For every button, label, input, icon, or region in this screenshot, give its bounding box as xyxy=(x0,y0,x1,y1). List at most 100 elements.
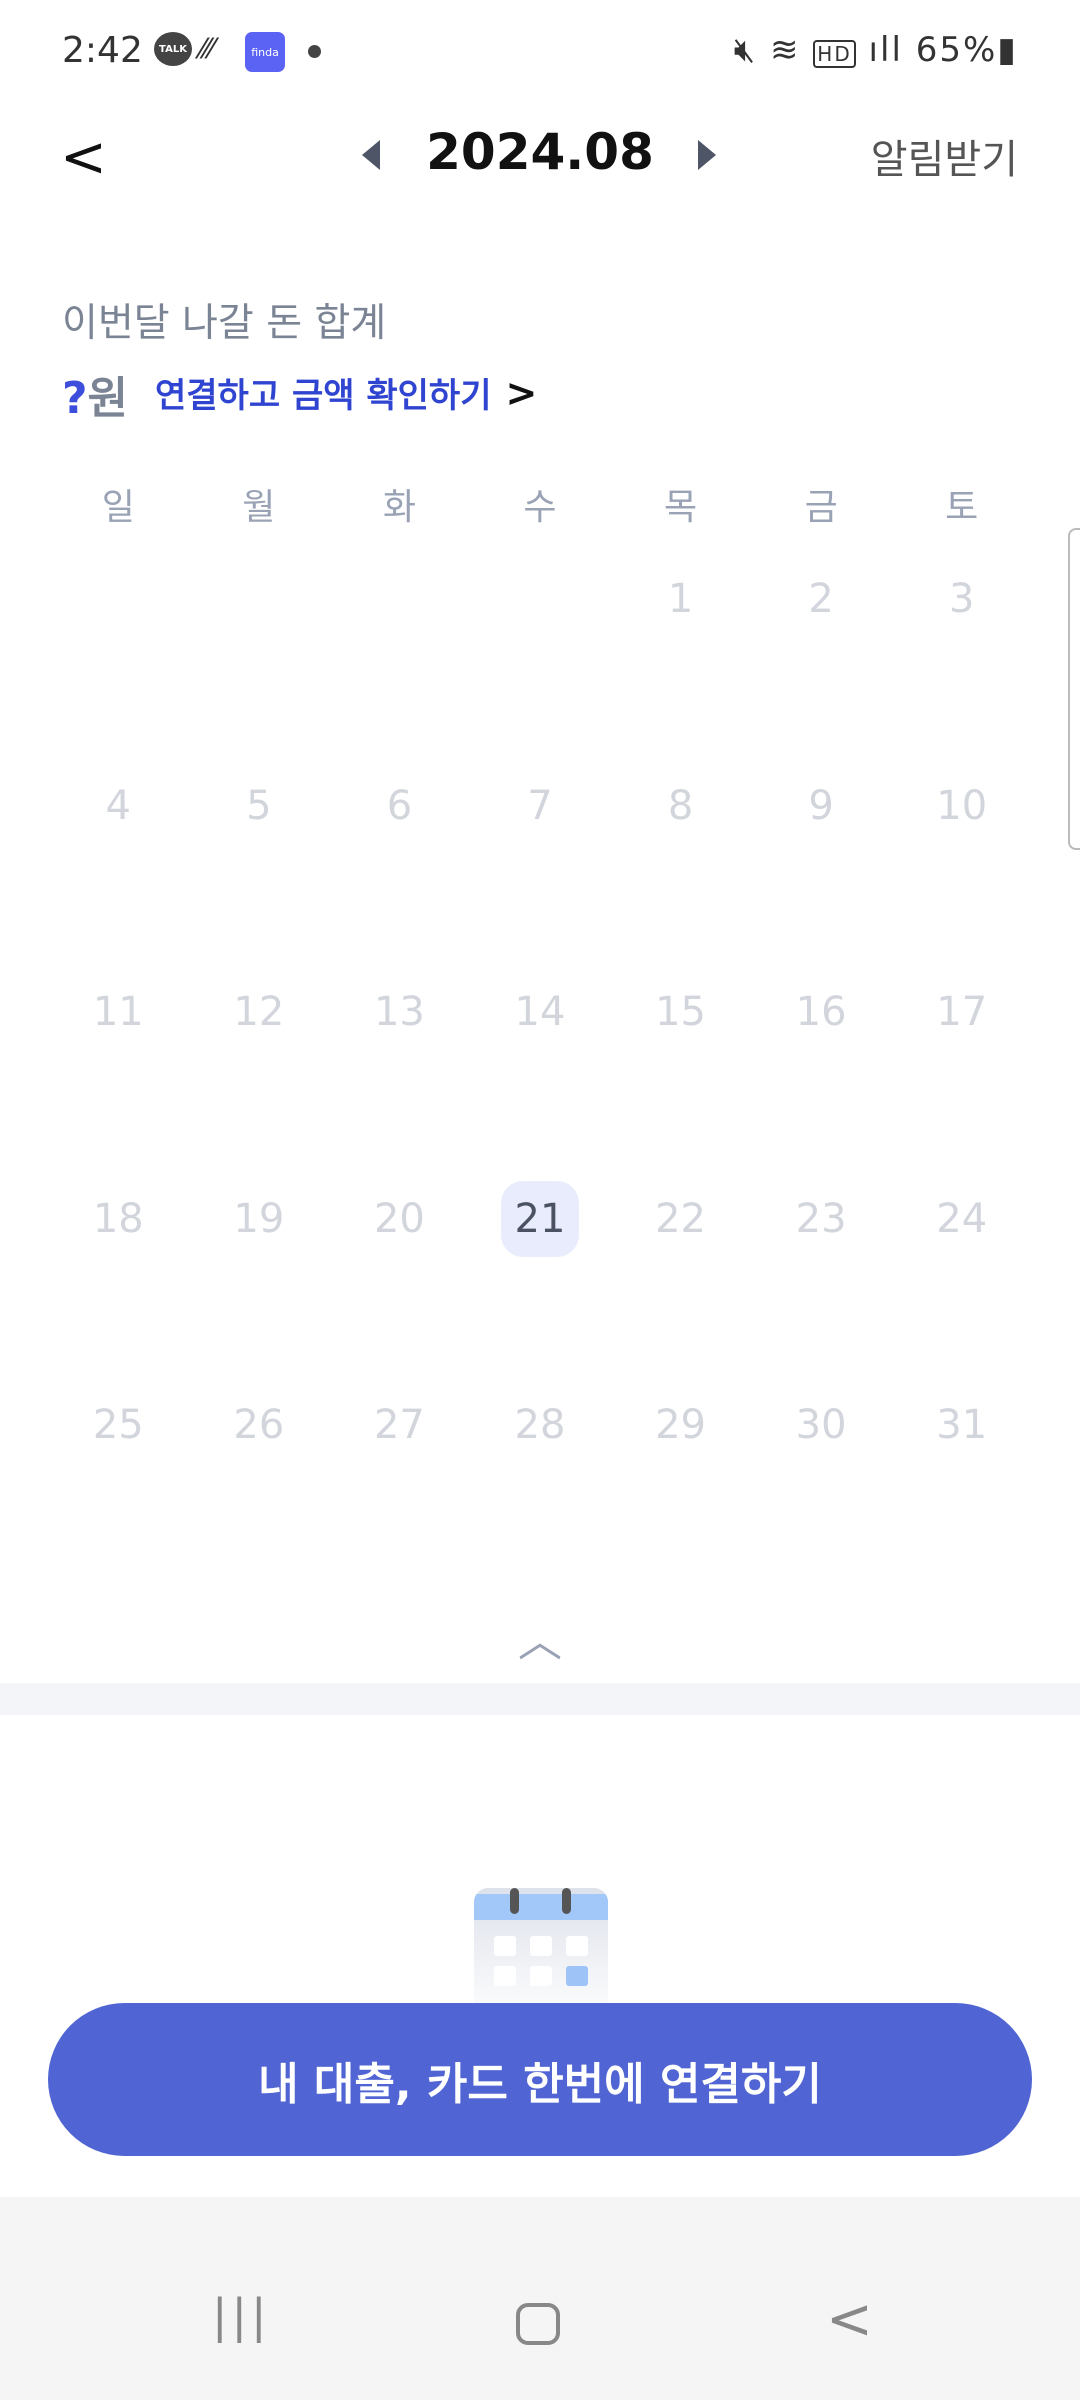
calendar-day[interactable]: 2 xyxy=(751,560,892,767)
day-number: 18 xyxy=(92,1195,144,1242)
calendar-day[interactable]: 18 xyxy=(48,1180,189,1387)
calendar-day[interactable]: 27 xyxy=(329,1386,470,1593)
connect-link[interactable]: 연결하고 금액 확인하기 > xyxy=(155,368,537,417)
connect-loans-cards-button[interactable]: 내 대출, 카드 한번에 연결하기 xyxy=(48,2003,1032,2156)
calendar-day[interactable]: 14 xyxy=(470,973,611,1180)
calendar-day[interactable]: 8 xyxy=(610,767,751,974)
day-number: 12 xyxy=(233,989,285,1035)
calendar-empty-cell xyxy=(470,560,611,767)
day-number xyxy=(360,560,438,636)
day-number: 16 xyxy=(795,989,847,1035)
day-number: 2 xyxy=(808,576,834,622)
calendar-day[interactable]: 1 xyxy=(610,560,751,767)
weekday-header: 일월화수목금토 xyxy=(48,478,1032,530)
calendar-day[interactable]: 9 xyxy=(751,767,892,974)
calendar-day[interactable]: 28 xyxy=(470,1386,611,1593)
calendar-day[interactable]: 22 xyxy=(610,1180,751,1387)
back-nav-icon[interactable]: < xyxy=(826,2287,873,2352)
calendar-day[interactable]: 6 xyxy=(329,767,470,974)
finda-app-icon: finda xyxy=(245,32,285,72)
calendar-day[interactable]: 5 xyxy=(189,767,330,974)
weekday-label: 금 xyxy=(804,487,838,528)
weekday-label: 월 xyxy=(242,487,276,528)
calendar-day[interactable]: 29 xyxy=(610,1386,751,1593)
hd-icon: HD xyxy=(813,40,856,68)
day-number: 21 xyxy=(500,1180,579,1257)
calendar-day[interactable]: 30 xyxy=(751,1386,892,1593)
day-number: 5 xyxy=(246,782,272,829)
calendar-empty-cell xyxy=(189,560,330,767)
weekday-label: 화 xyxy=(382,487,416,528)
day-number: 14 xyxy=(514,989,566,1035)
signal-icon: ıll xyxy=(868,30,903,70)
day-number: 24 xyxy=(936,1195,988,1242)
calendar-day[interactable]: 11 xyxy=(48,973,189,1180)
system-nav-bar: ||| < xyxy=(0,2197,1080,2400)
notification-icon: ⁄⁄⁄ xyxy=(200,32,215,65)
monthly-total-label: 이번달 나갈 돈 합계 xyxy=(62,301,387,346)
day-number: 30 xyxy=(795,1402,847,1448)
weekday-label: 토 xyxy=(945,487,979,528)
calendar-grid: 1 2 3 4 5 6 7 8 9 10 11 12 13 14 15 16 17 18 19 20 21 22 23 24 2… xyxy=(48,560,1032,1593)
status-bar: 2:42 TALK ⁄⁄⁄ finda 🔇︎ ≋ HD ıll 65%▮ xyxy=(0,0,1080,105)
calendar-empty-cell xyxy=(329,560,470,767)
day-number xyxy=(501,560,579,636)
day-number: 22 xyxy=(655,1195,707,1242)
calendar-day[interactable]: 17 xyxy=(891,973,1032,1180)
day-number: 29 xyxy=(655,1402,707,1448)
day-number: 9 xyxy=(808,782,834,829)
day-number: 10 xyxy=(936,782,988,829)
more-notifications-icon xyxy=(308,45,321,58)
calendar-day[interactable]: 3 xyxy=(891,560,1032,767)
alarm-button[interactable]: 알림받기 xyxy=(871,127,1018,185)
calendar-day[interactable]: 26 xyxy=(189,1386,330,1593)
day-number: 4 xyxy=(105,782,131,829)
calendar-day[interactable]: 31 xyxy=(891,1386,1032,1593)
day-number: 15 xyxy=(655,989,707,1035)
system-icons: 🔇︎ ≋ HD ıll 65%▮ xyxy=(734,30,1018,70)
prev-month-button[interactable] xyxy=(362,140,380,170)
weekday-label: 일 xyxy=(101,487,135,528)
month-title: 2024.08 xyxy=(426,123,654,181)
weekday-label: 수 xyxy=(523,487,557,528)
amount-unit: 원 xyxy=(87,373,129,424)
scrollbar[interactable] xyxy=(1068,528,1080,850)
recent-apps-icon[interactable]: ||| xyxy=(212,2289,271,2343)
calendar-day[interactable]: 16 xyxy=(751,973,892,1180)
calendar-day[interactable]: 20 xyxy=(329,1180,470,1387)
day-number: 13 xyxy=(373,989,425,1035)
weekday-label: 목 xyxy=(664,487,698,528)
amount-value: ? xyxy=(62,373,88,424)
calendar-day[interactable]: 10 xyxy=(891,767,1032,974)
calendar-day[interactable]: 19 xyxy=(189,1180,330,1387)
calendar-day[interactable]: 21 xyxy=(470,1180,611,1387)
status-time: 2:42 xyxy=(62,30,143,71)
calendar-day[interactable]: 24 xyxy=(891,1180,1032,1387)
next-month-button[interactable] xyxy=(698,140,716,170)
day-number: 17 xyxy=(936,989,988,1035)
day-number: 31 xyxy=(936,1402,988,1448)
collapse-calendar-chevron-up-icon[interactable]: ︿ xyxy=(510,1605,570,1669)
day-number: 3 xyxy=(948,576,975,622)
kakaotalk-icon: TALK xyxy=(154,32,192,66)
day-number xyxy=(79,560,157,636)
day-number: 19 xyxy=(233,1195,285,1242)
home-icon[interactable] xyxy=(516,2303,560,2345)
calendar-day[interactable]: 4 xyxy=(48,767,189,974)
day-number: 1 xyxy=(667,576,694,622)
calendar-day[interactable]: 12 xyxy=(189,973,330,1180)
day-number: 26 xyxy=(233,1402,285,1448)
day-number: 25 xyxy=(92,1402,144,1448)
chevron-right-icon: > xyxy=(505,370,538,415)
calendar-day[interactable]: 23 xyxy=(751,1180,892,1387)
battery-level: 65% xyxy=(915,30,998,70)
calendar-day[interactable]: 25 xyxy=(48,1386,189,1593)
calendar-day[interactable]: 13 xyxy=(329,973,470,1180)
section-divider xyxy=(0,1683,1080,1715)
monthly-total-amount: ?원 xyxy=(62,362,128,426)
calendar-day[interactable]: 7 xyxy=(470,767,611,974)
calendar-day[interactable]: 15 xyxy=(610,973,751,1180)
calendar-empty-cell xyxy=(48,560,189,767)
back-button[interactable]: < xyxy=(60,125,107,190)
day-number: 28 xyxy=(514,1402,566,1448)
